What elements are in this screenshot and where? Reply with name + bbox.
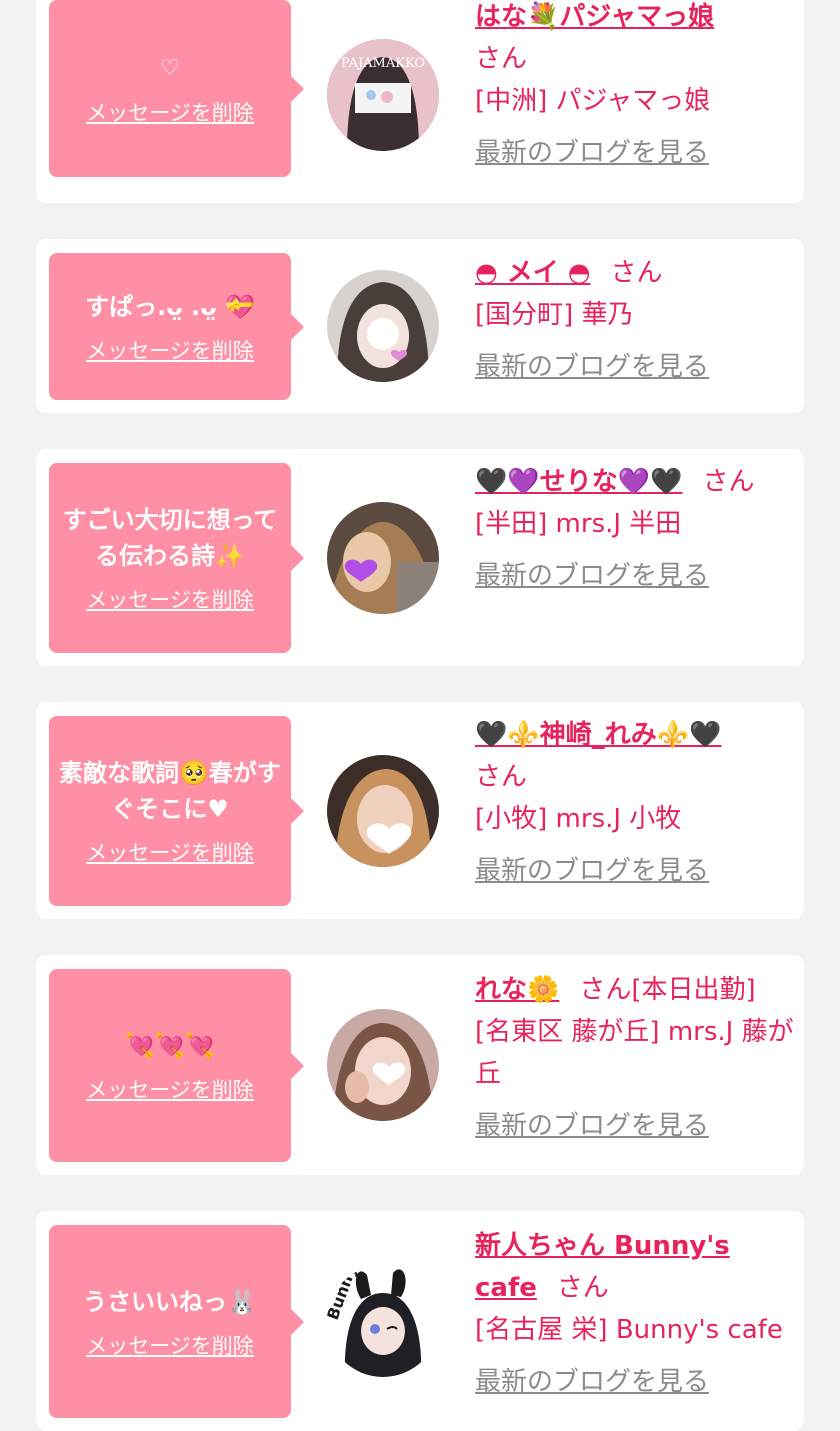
delete-message-link[interactable]: メッセージを削除 <box>86 335 254 365</box>
avatar[interactable]: PAJAMAKKO <box>327 39 439 151</box>
avatar-label: PAJAMAKKO <box>341 56 425 71</box>
shop-name: [名東区 藤が丘] mrs.J 藤が丘 <box>475 1017 794 1089</box>
profile-info: 🖤⚜️神崎_れみ⚜️🖤 さん [小牧] mrs.J 小牧 最新のブログを見る <box>475 714 795 892</box>
profile-name-link[interactable]: 🖤⚜️神崎_れみ⚜️🖤 <box>475 714 795 756</box>
delete-message-link[interactable]: メッセージを削除 <box>86 584 254 614</box>
message-text: ♡ <box>160 55 180 81</box>
message-text: うさいいねっ🐰 <box>83 1287 257 1316</box>
message-card: すぱっ.ᴗ̤ .ᴗ̤ 💝 メッセージを削除 ◓ メイ ◓ さん [国分町] 華乃 … <box>36 239 804 413</box>
avatar[interactable]: Bunny <box>327 1265 439 1377</box>
shop-name: [半田] mrs.J 半田 <box>475 509 682 539</box>
avatar-image <box>327 502 439 614</box>
honorific: さん <box>610 258 663 288</box>
profile-info: はな💐パジャマっ娘 さん [中洲] パジャマっ娘 最新のブログを見る <box>475 0 795 174</box>
message-bubble: 💘💘💘 メッセージを削除 <box>49 969 291 1162</box>
latest-blog-link[interactable]: 最新のブログを見る <box>475 132 709 174</box>
honorific: さん <box>475 44 528 74</box>
profile-name-link[interactable]: 🖤💜せりな💜🖤 <box>475 467 683 497</box>
message-bubble: うさいいねっ🐰 メッセージを削除 <box>49 1225 291 1418</box>
avatar[interactable] <box>327 755 439 867</box>
profile-name-link[interactable]: ◓ メイ ◓ <box>475 258 590 288</box>
message-bubble: 素敵な歌詞🥺春がすぐそこに♥ メッセージを削除 <box>49 716 291 906</box>
shop-name: [国分町] 華乃 <box>475 300 634 330</box>
shop-name: [小牧] mrs.J 小牧 <box>475 804 682 834</box>
avatar[interactable] <box>327 1009 439 1121</box>
message-card: うさいいねっ🐰 メッセージを削除 Bunny 新人ちゃん Bunny's caf… <box>36 1211 804 1431</box>
avatar[interactable] <box>327 502 439 614</box>
honorific: さん <box>579 975 632 1005</box>
avatar-image <box>327 755 439 867</box>
delete-message-link[interactable]: メッセージを削除 <box>86 1330 254 1360</box>
message-card: 素敵な歌詞🥺春がすぐそこに♥ メッセージを削除 🖤⚜️神崎_れみ⚜️🖤 さん [… <box>36 702 804 919</box>
message-bubble: すごい大切に想ってる伝わる詩✨ メッセージを削除 <box>49 463 291 653</box>
avatar-image <box>327 1009 439 1121</box>
message-card: ♡ メッセージを削除 PAJAMAKKO はな💐パジャマっ娘 さん [中洲] パ… <box>36 0 804 203</box>
avatar-image: PAJAMAKKO <box>327 39 439 151</box>
avatar-image: Bunny <box>327 1265 439 1377</box>
latest-blog-link[interactable]: 最新のブログを見る <box>475 1105 709 1147</box>
profile-info: ◓ メイ ◓ さん [国分町] 華乃 最新のブログを見る <box>475 252 795 388</box>
message-card: すごい大切に想ってる伝わる詩✨ メッセージを削除 🖤💜せりな💜🖤 さん [半田] … <box>36 449 804 666</box>
shop-name: [名古屋 栄] Bunny's cafe <box>475 1315 783 1345</box>
message-text: すごい大切に想ってる伝わる詩✨ <box>62 506 278 570</box>
message-bubble: ♡ メッセージを削除 <box>49 0 291 177</box>
message-card: 💘💘💘 メッセージを削除 れな🌼 さん[本日出勤] [名東区 藤が丘] mrs.J… <box>36 955 804 1175</box>
honorific: さん <box>702 467 755 497</box>
message-text: すぱっ.ᴗ̤ .ᴗ̤ 💝 <box>85 292 255 321</box>
latest-blog-link[interactable]: 最新のブログを見る <box>475 1361 709 1403</box>
profile-info: 新人ちゃん Bunny's cafe さん [名古屋 栄] Bunny's caf… <box>475 1225 795 1403</box>
delete-message-link[interactable]: メッセージを削除 <box>86 1074 254 1104</box>
latest-blog-link[interactable]: 最新のブログを見る <box>475 346 709 388</box>
shop-name: [中洲] パジャマっ娘 <box>475 86 711 116</box>
delete-message-link[interactable]: メッセージを削除 <box>86 97 254 127</box>
message-text: 素敵な歌詞🥺春がすぐそこに♥ <box>59 759 281 823</box>
delete-message-link[interactable]: メッセージを削除 <box>86 837 254 867</box>
profile-name-link[interactable]: はな💐パジャマっ娘 <box>475 0 795 38</box>
status-badge: [本日出勤] <box>631 975 756 1005</box>
honorific: さん <box>475 762 528 792</box>
message-bubble: すぱっ.ᴗ̤ .ᴗ̤ 💝 メッセージを削除 <box>49 253 291 400</box>
profile-info: 🖤💜せりな💜🖤 さん [半田] mrs.J 半田 最新のブログを見る <box>475 461 795 597</box>
latest-blog-link[interactable]: 最新のブログを見る <box>475 555 709 597</box>
avatar[interactable] <box>327 270 439 382</box>
honorific: さん <box>556 1273 609 1303</box>
message-text: 💘💘💘 <box>125 1031 215 1060</box>
avatar-image <box>327 270 439 382</box>
profile-info: れな🌼 さん[本日出勤] [名東区 藤が丘] mrs.J 藤が丘 最新のブログを見… <box>475 969 795 1147</box>
profile-name-link[interactable]: れな🌼 <box>475 975 559 1005</box>
latest-blog-link[interactable]: 最新のブログを見る <box>475 850 709 892</box>
